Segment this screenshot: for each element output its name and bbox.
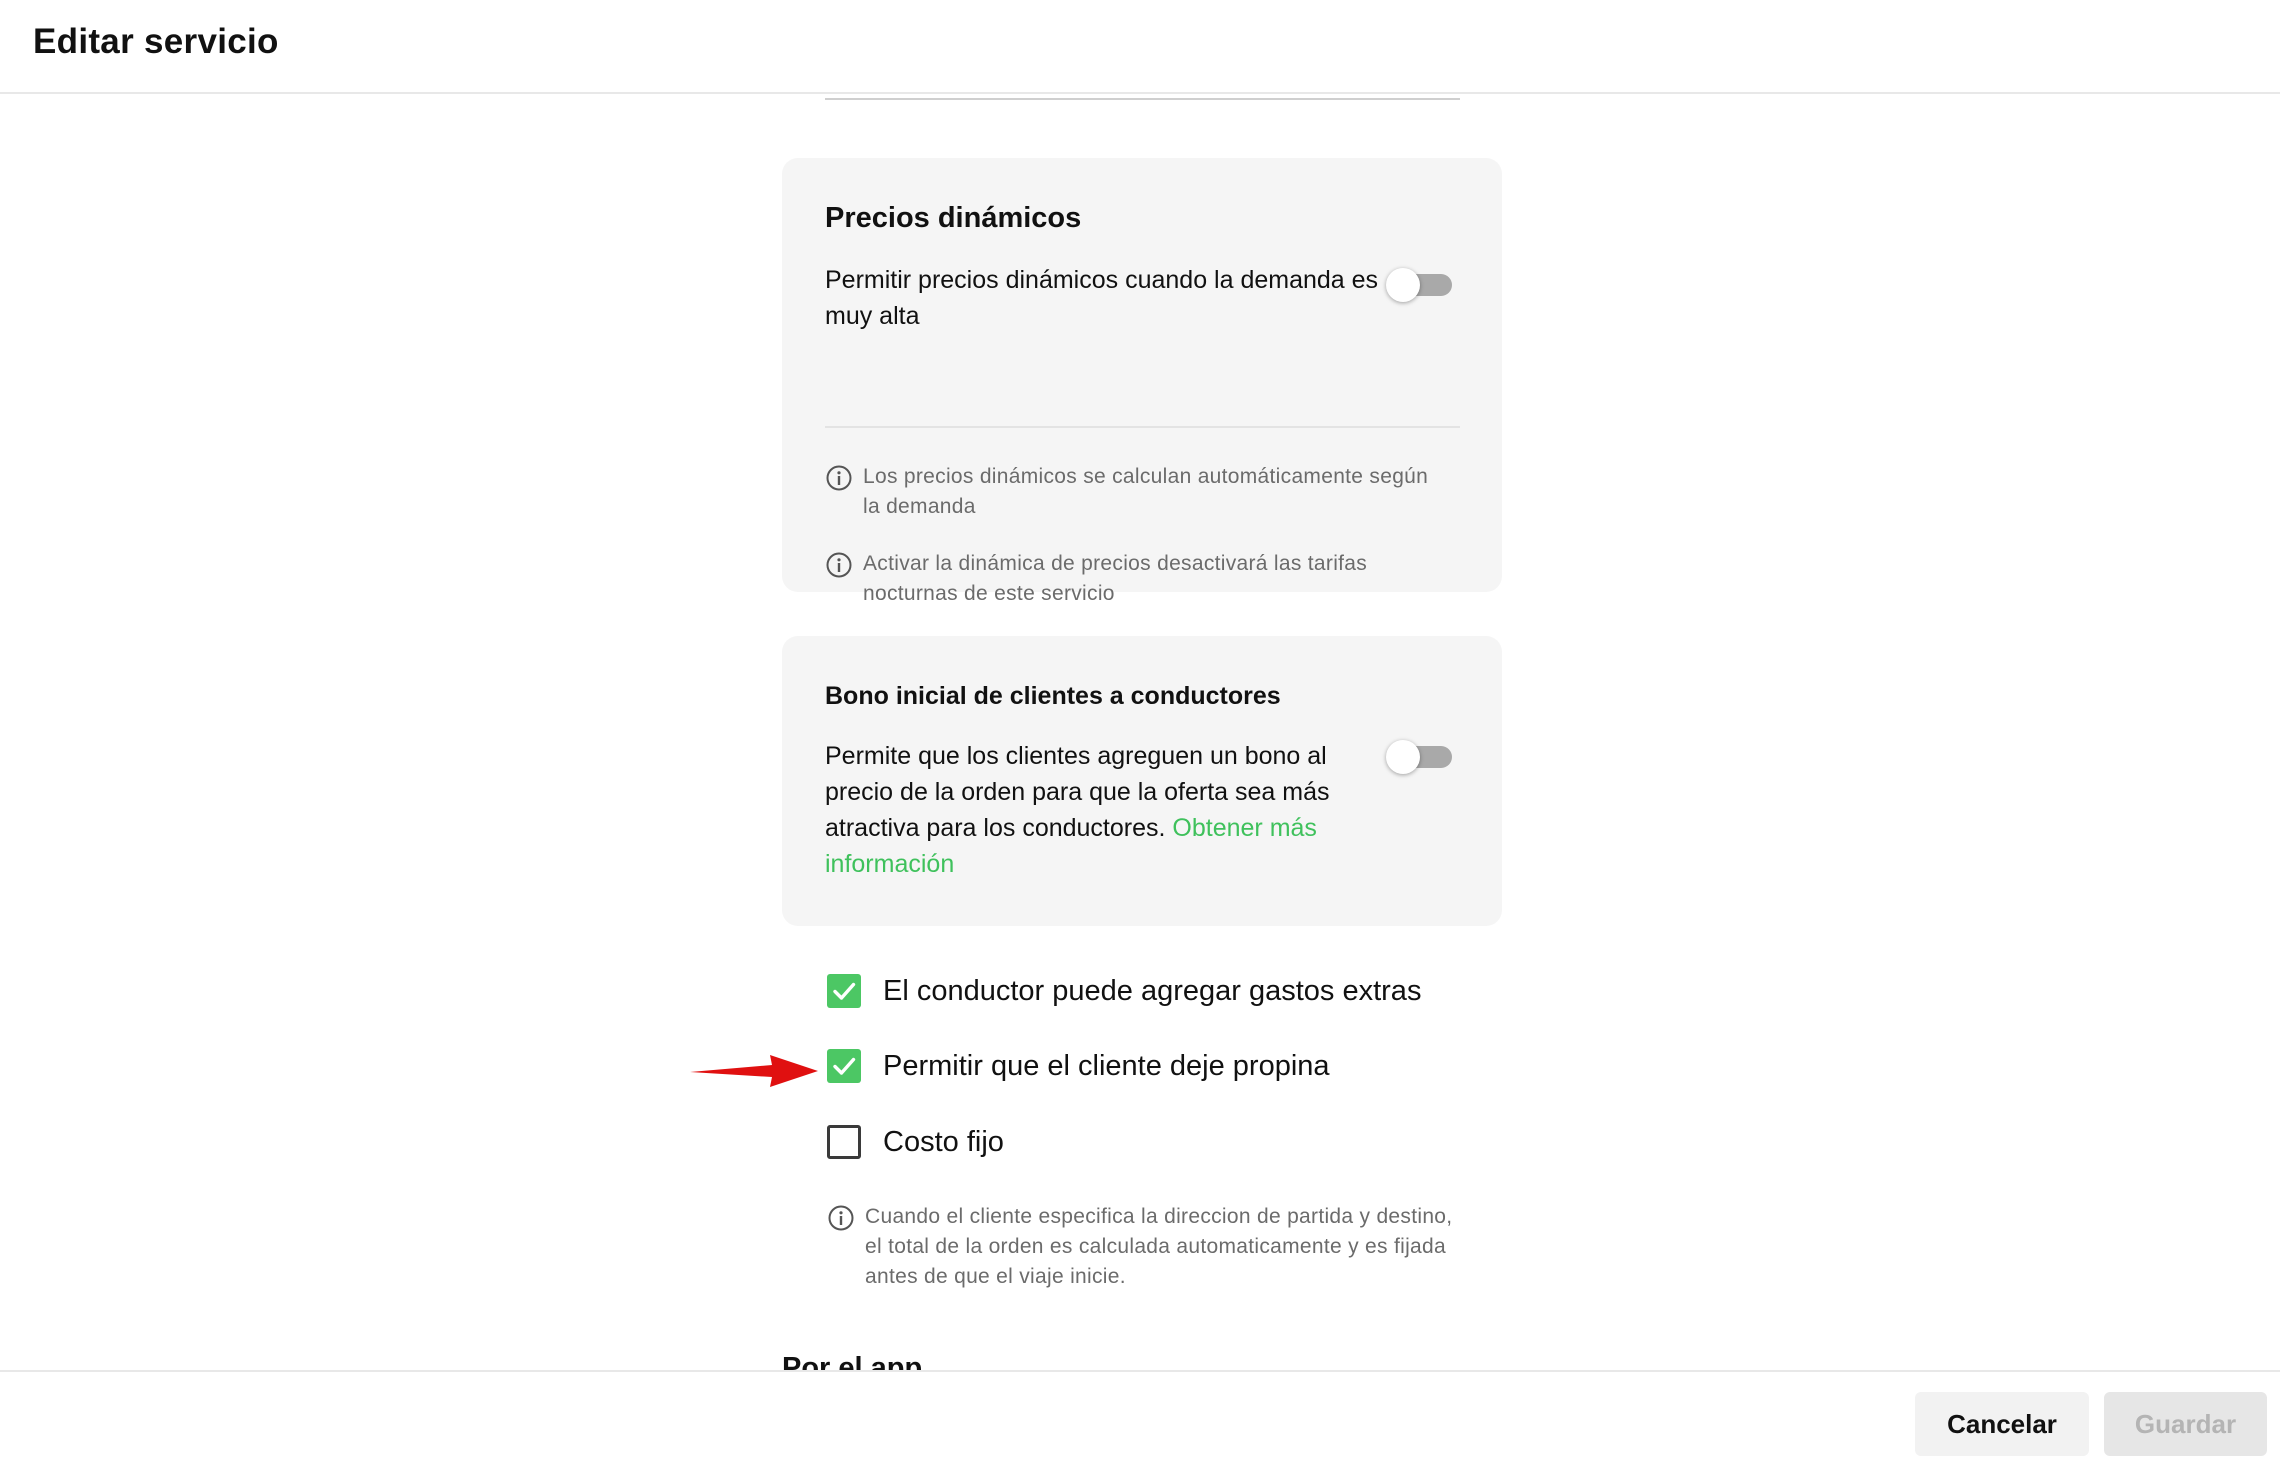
page-header: Editar servicio [0, 0, 2280, 94]
divider [825, 426, 1460, 428]
bonus-toggle[interactable] [1386, 740, 1454, 774]
dynamic-pricing-description: Permitir precios dinámicos cuando la dem… [825, 266, 1379, 330]
fixed-cost-label: Costo fijo [883, 1125, 1004, 1158]
dynamic-pricing-toggle[interactable] [1386, 268, 1454, 302]
tip-option[interactable]: Permitir que el cliente deje propina [827, 1049, 1330, 1083]
tip-checkbox[interactable] [827, 1049, 861, 1083]
form-content[interactable]: Precios dinámicos Permitir precios dinám… [0, 96, 2280, 1370]
dynamic-pricing-title: Precios dinámicos [825, 202, 1082, 234]
footer-bar: Cancelar Guardar [0, 1370, 2280, 1466]
info-note: Activar la dinámica de precios desactiva… [825, 549, 1445, 609]
input-underline [825, 98, 1460, 100]
fixed-cost-info: Cuando el cliente especifica la direccio… [827, 1202, 1467, 1292]
cancel-button[interactable]: Cancelar [1915, 1392, 2089, 1456]
info-text: Los precios dinámicos se calculan automá… [863, 465, 1429, 518]
info-note: Los precios dinámicos se calculan automá… [825, 462, 1445, 522]
extra-charges-checkbox[interactable] [827, 974, 861, 1008]
bonus-description: Permite que los clientes agreguen un bon… [825, 738, 1385, 882]
extra-charges-label: El conductor puede agregar gastos extras [883, 974, 1422, 1007]
info-icon [826, 552, 852, 578]
red-arrow-annotation [690, 1055, 818, 1087]
check-icon [833, 982, 856, 1000]
page-title: Editar servicio [33, 22, 279, 61]
toggle-knob [1386, 268, 1420, 302]
dynamic-pricing-card: Precios dinámicos Permitir precios dinám… [782, 158, 1502, 605]
tip-label: Permitir que el cliente deje propina [883, 1049, 1330, 1082]
toggle-knob [1386, 740, 1420, 774]
bonus-card: Bono inicial de clientes a conductores P… [782, 636, 1502, 926]
fixed-cost-checkbox[interactable] [827, 1125, 861, 1159]
info-icon [828, 1205, 854, 1231]
check-icon [833, 1057, 856, 1075]
info-text: Activar la dinámica de precios desactiva… [863, 552, 1368, 605]
info-text: Cuando el cliente especifica la direccio… [865, 1205, 1453, 1288]
fixed-cost-option[interactable]: Costo fijo [827, 1125, 1004, 1159]
next-section-title: Por el app [782, 1352, 923, 1370]
extra-charges-option[interactable]: El conductor puede agregar gastos extras [827, 974, 1421, 1008]
bonus-title: Bono inicial de clientes a conductores [825, 682, 1281, 710]
info-icon [826, 465, 852, 491]
save-button[interactable]: Guardar [2104, 1392, 2267, 1456]
